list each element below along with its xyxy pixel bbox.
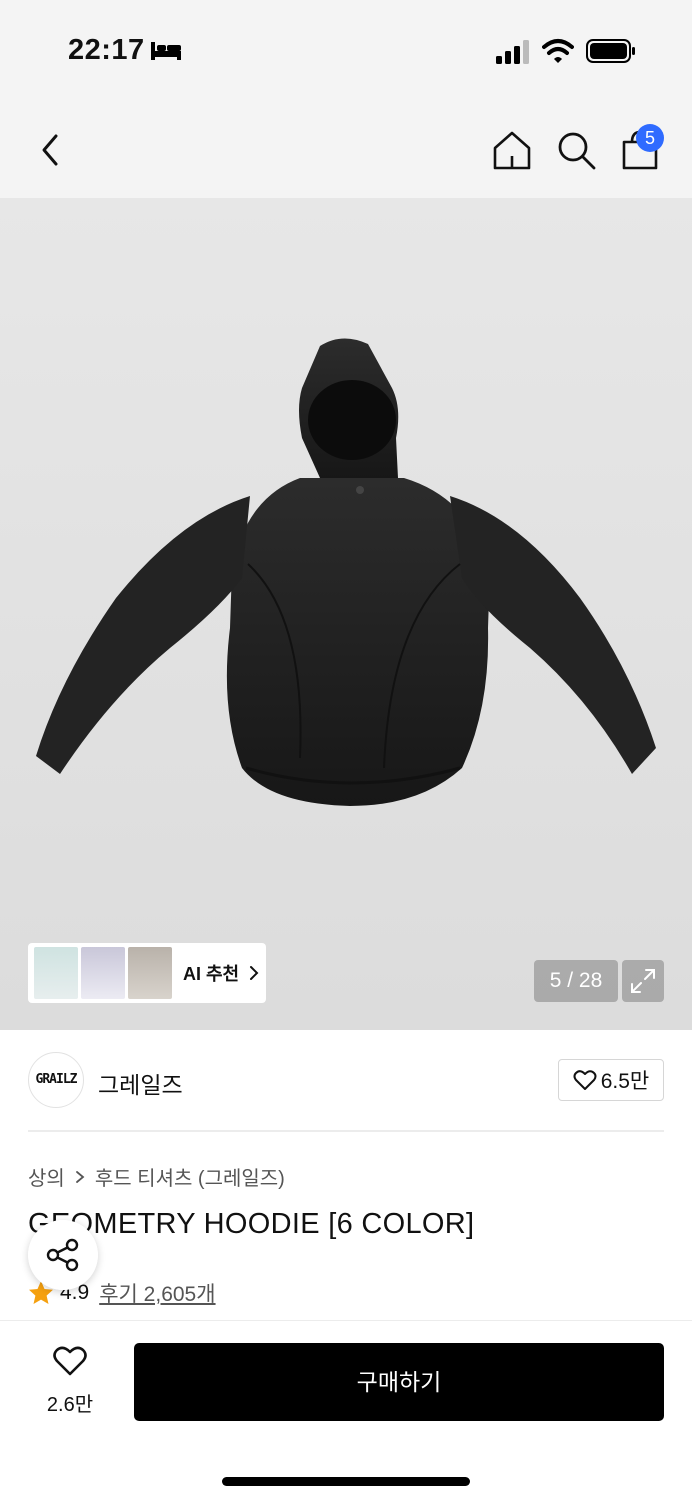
- wifi-icon: [542, 39, 574, 63]
- status-bar: 22:17: [0, 0, 692, 100]
- ai-recommend-thumbnail: [34, 947, 78, 999]
- divider: [28, 1130, 664, 1132]
- brand-like-count: 6.5만: [600, 1070, 650, 1093]
- breadcrumb: 상의 후드 티셔츠 (그레일즈): [28, 1162, 285, 1191]
- heart-icon: [573, 1070, 597, 1090]
- product-image[interactable]: [20, 328, 672, 818]
- buy-button[interactable]: 구매하기: [134, 1343, 664, 1421]
- breadcrumb-item[interactable]: 후드 티셔츠 (그레일즈): [95, 1162, 285, 1191]
- product-like-button[interactable]: 2.6만: [30, 1345, 110, 1425]
- search-icon[interactable]: [554, 128, 598, 172]
- product-image-gallery[interactable]: AI 추천 5 / 28: [0, 198, 692, 1030]
- ai-recommend-thumbnail: [128, 947, 172, 999]
- brand-row[interactable]: GRAILZ 그레일즈 6.5만: [0, 1030, 692, 1130]
- expand-icon[interactable]: [622, 960, 664, 1002]
- product-like-count: 2.6만: [46, 1394, 94, 1416]
- status-time: 22:17: [68, 34, 145, 66]
- brand-name[interactable]: 그레일즈: [98, 1066, 183, 1100]
- cellular-signal-icon: [496, 40, 529, 64]
- battery-icon: [586, 39, 635, 63]
- share-icon[interactable]: [28, 1220, 98, 1290]
- home-indicator[interactable]: [222, 1477, 470, 1486]
- cart-count-badge: 5: [636, 124, 664, 152]
- image-page-counter: 5 / 28: [534, 960, 618, 1002]
- bottom-action-bar: 2.6만 구매하기: [0, 1320, 692, 1500]
- nav-header: 5: [0, 100, 692, 198]
- back-arrow-icon[interactable]: [30, 128, 70, 172]
- chevron-right-icon: [75, 1170, 85, 1183]
- review-count-link[interactable]: 후기 2,605개: [99, 1278, 215, 1308]
- brand-logo[interactable]: GRAILZ: [28, 1052, 84, 1108]
- chevron-right-icon: [250, 966, 259, 980]
- product-title: GEOMETRY HOODIE [6 COLOR]: [28, 1208, 475, 1240]
- heart-icon: [53, 1346, 87, 1376]
- bed-icon: [151, 42, 181, 60]
- brand-like-button[interactable]: 6.5만: [558, 1059, 664, 1101]
- ai-recommend-label: AI 추천: [183, 964, 240, 984]
- ai-recommend-thumbnail: [81, 947, 125, 999]
- home-icon[interactable]: [490, 128, 534, 172]
- ai-recommend-button[interactable]: AI 추천: [28, 943, 266, 1003]
- breadcrumb-item[interactable]: 상의: [28, 1162, 65, 1191]
